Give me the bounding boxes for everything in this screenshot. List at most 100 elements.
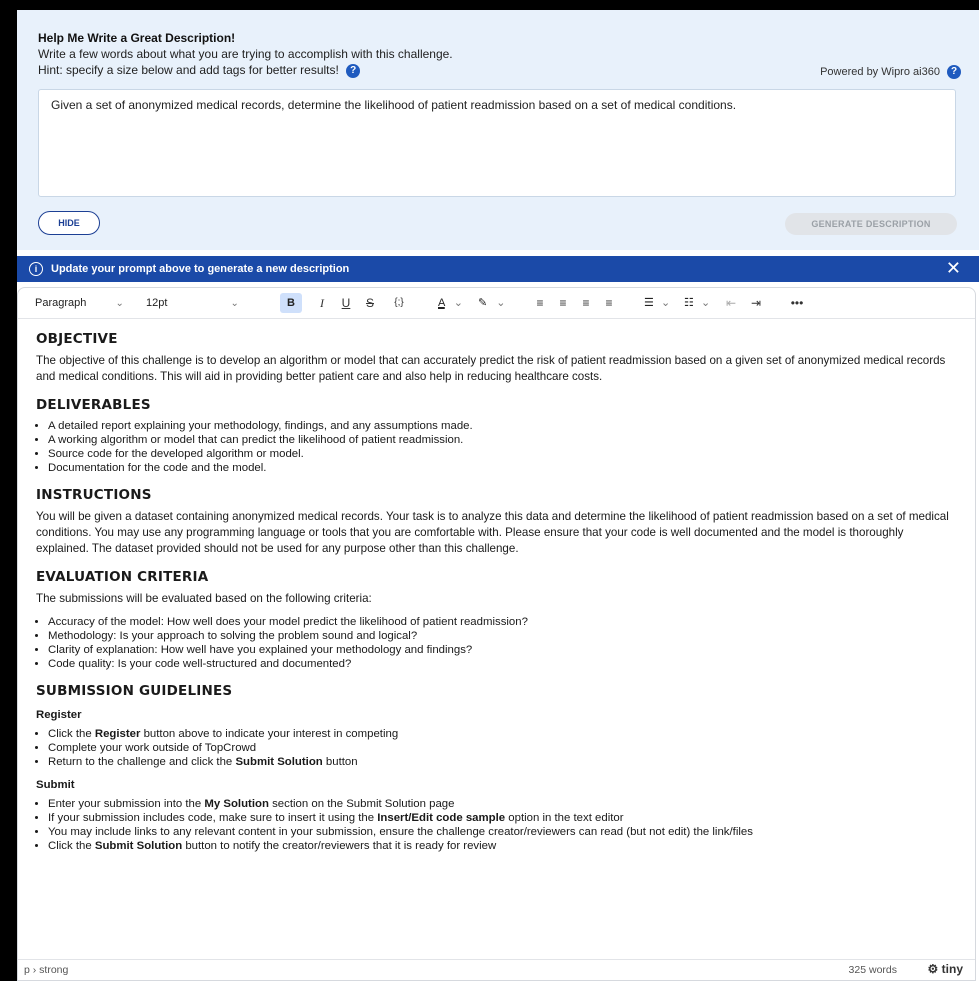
instructions-heading: INSTRUCTIONS — [36, 487, 152, 503]
list-item: If your submission includes code, make s… — [48, 811, 957, 825]
chevron-down-icon: ⌄ — [230, 298, 239, 309]
list-text: Click the — [48, 840, 95, 852]
list-item: Enter your submission into the My Soluti… — [48, 797, 957, 811]
editor-toolbar: Paragraph ⌄ 12pt ⌄ B I U S {;} A ⌄ ✎ ⌄ ≡… — [18, 288, 975, 319]
list-text: button — [322, 756, 358, 768]
list-item: Documentation for the code and the model… — [48, 461, 957, 475]
powered-by-row: Powered by Wipro ai360 ? — [820, 65, 961, 79]
instructions-text: You will be given a dataset containing a… — [36, 510, 949, 555]
list-item: Accuracy of the model: How well does you… — [48, 615, 957, 629]
chevron-down-icon: ⌄ — [115, 298, 124, 309]
align-justify-icon[interactable]: ≡ — [600, 293, 618, 313]
evaluation-heading: EVALUATION CRITERIA — [36, 569, 209, 585]
hide-button[interactable]: HIDE — [38, 211, 100, 235]
list-text: Return to the challenge and click the — [48, 756, 236, 768]
list-item: Methodology: Is your approach to solving… — [48, 629, 957, 643]
close-icon[interactable]: ✕ — [946, 259, 961, 277]
align-right-icon[interactable]: ≡ — [577, 293, 595, 313]
bullet-list-icon: ☰ — [644, 297, 654, 309]
deliverables-heading: DELIVERABLES — [36, 397, 151, 413]
numbered-list-icon: ☷ — [684, 297, 694, 309]
underline-button[interactable]: U — [337, 293, 355, 313]
list-item: Click the Register button above to indic… — [48, 727, 957, 741]
list-item: Return to the challenge and click the Su… — [48, 755, 957, 769]
list-item: A working algorithm or model that can pr… — [48, 433, 957, 447]
rich-text-editor: Paragraph ⌄ 12pt ⌄ B I U S {;} A ⌄ ✎ ⌄ ≡… — [17, 287, 976, 981]
word-count[interactable]: 325 words — [849, 964, 897, 976]
align-center-icon[interactable]: ≡ — [554, 293, 572, 313]
generate-description-button[interactable]: GENERATE DESCRIPTION — [785, 213, 957, 235]
submit-list: Enter your submission into the My Soluti… — [36, 797, 957, 853]
register-list: Click the Register button above to indic… — [36, 727, 957, 769]
list-strong: My Solution — [204, 798, 269, 810]
chevron-down-icon: ⌄ — [700, 297, 711, 309]
prompt-textarea[interactable]: Given a set of anonymized medical record… — [38, 89, 956, 197]
description-assistant-panel: Help Me Write a Great Description! Write… — [17, 10, 979, 250]
code-sample-button[interactable]: {;} — [387, 293, 411, 313]
info-banner: i Update your prompt above to generate a… — [17, 256, 979, 282]
list-text: Enter your submission into the — [48, 798, 205, 810]
evaluation-intro: The submissions will be evaluated based … — [36, 592, 372, 605]
register-heading: Register — [36, 709, 82, 721]
list-item: Source code for the developed algorithm … — [48, 447, 957, 461]
block-format-value: Paragraph — [35, 297, 87, 309]
list-item: You may include links to any relevant co… — [48, 825, 957, 839]
list-item: Clarity of explanation: How well have yo… — [48, 643, 957, 657]
italic-button[interactable]: I — [313, 293, 331, 313]
submit-heading: Submit — [36, 779, 75, 791]
help-icon[interactable]: ? — [947, 65, 961, 79]
assistant-hint-row: Hint: specify a size below and add tags … — [38, 63, 361, 78]
assistant-hint: Hint: specify a size below and add tags … — [38, 63, 339, 77]
numbered-list-button[interactable]: ☷ ⌄ — [684, 293, 710, 313]
list-strong: Insert/Edit code sample — [377, 812, 506, 824]
indent-icon[interactable]: ⇥ — [747, 293, 765, 313]
tiny-logo-text: tiny — [941, 962, 963, 976]
banner-message: Update your prompt above to generate a n… — [51, 263, 350, 275]
more-options-icon[interactable]: ••• — [784, 293, 810, 313]
info-icon: i — [29, 262, 43, 276]
bold-button[interactable]: B — [280, 293, 302, 313]
evaluation-list: Accuracy of the model: How well does you… — [36, 615, 957, 671]
font-size-value: 12pt — [146, 297, 168, 309]
align-left-icon[interactable]: ≡ — [531, 293, 549, 313]
objective-text: The objective of this challenge is to de… — [36, 354, 946, 383]
list-item: Click the Submit Solution button to noti… — [48, 839, 957, 853]
list-text: button above to indicate your interest i… — [140, 728, 399, 740]
editor-statusbar: p › strong 325 words ⚙ tiny — [18, 959, 975, 980]
list-text: option in the text editor — [505, 812, 624, 824]
font-size-select[interactable]: 12pt ⌄ — [146, 293, 239, 313]
chevron-down-icon: ⌄ — [453, 297, 464, 309]
submission-heading: SUBMISSION GUIDELINES — [36, 683, 233, 699]
list-strong: Submit Solution — [94, 840, 183, 852]
list-text: section on the Submit Solution page — [268, 798, 455, 810]
list-text: If your submission includes code, make s… — [48, 812, 378, 824]
list-strong: Submit Solution — [235, 756, 323, 768]
deliverables-list: A detailed report explaining your method… — [36, 419, 957, 475]
highlight-color-button[interactable]: ✎ ⌄ — [478, 293, 506, 313]
text-color-icon: A — [438, 297, 445, 309]
app-frame: Help Me Write a Great Description! Write… — [17, 10, 979, 981]
chevron-down-icon: ⌄ — [496, 297, 506, 309]
chevron-down-icon: ⌄ — [660, 297, 671, 309]
list-item: A detailed report explaining your method… — [48, 419, 957, 433]
strikethrough-button[interactable]: S — [361, 293, 379, 313]
block-format-select[interactable]: Paragraph ⌄ — [35, 293, 124, 313]
text-color-button[interactable]: A ⌄ — [438, 293, 463, 313]
assistant-instruction: Write a few words about what you are try… — [38, 47, 453, 61]
help-icon[interactable]: ? — [346, 63, 361, 78]
list-strong: Register — [94, 728, 141, 740]
list-item: Complete your work outside of TopCrowd — [48, 741, 957, 755]
list-text: Click the — [48, 728, 95, 740]
tiny-logo[interactable]: ⚙ tiny — [928, 962, 963, 976]
highlighter-icon: ✎ — [478, 297, 488, 309]
tiny-logo-icon: ⚙ — [927, 962, 939, 976]
list-item: Code quality: Is your code well-structur… — [48, 657, 957, 671]
assistant-title: Help Me Write a Great Description! — [38, 31, 236, 45]
outdent-icon[interactable]: ⇤ — [722, 293, 740, 313]
bullet-list-button[interactable]: ☰ ⌄ — [644, 293, 670, 313]
element-path[interactable]: p › strong — [24, 964, 68, 976]
editor-content[interactable]: OBJECTIVE The objective of this challeng… — [18, 319, 975, 951]
objective-heading: OBJECTIVE — [36, 331, 118, 347]
list-text: button to notify the creator/reviewers t… — [182, 840, 497, 852]
powered-by-label: Powered by Wipro ai360 — [820, 65, 940, 78]
